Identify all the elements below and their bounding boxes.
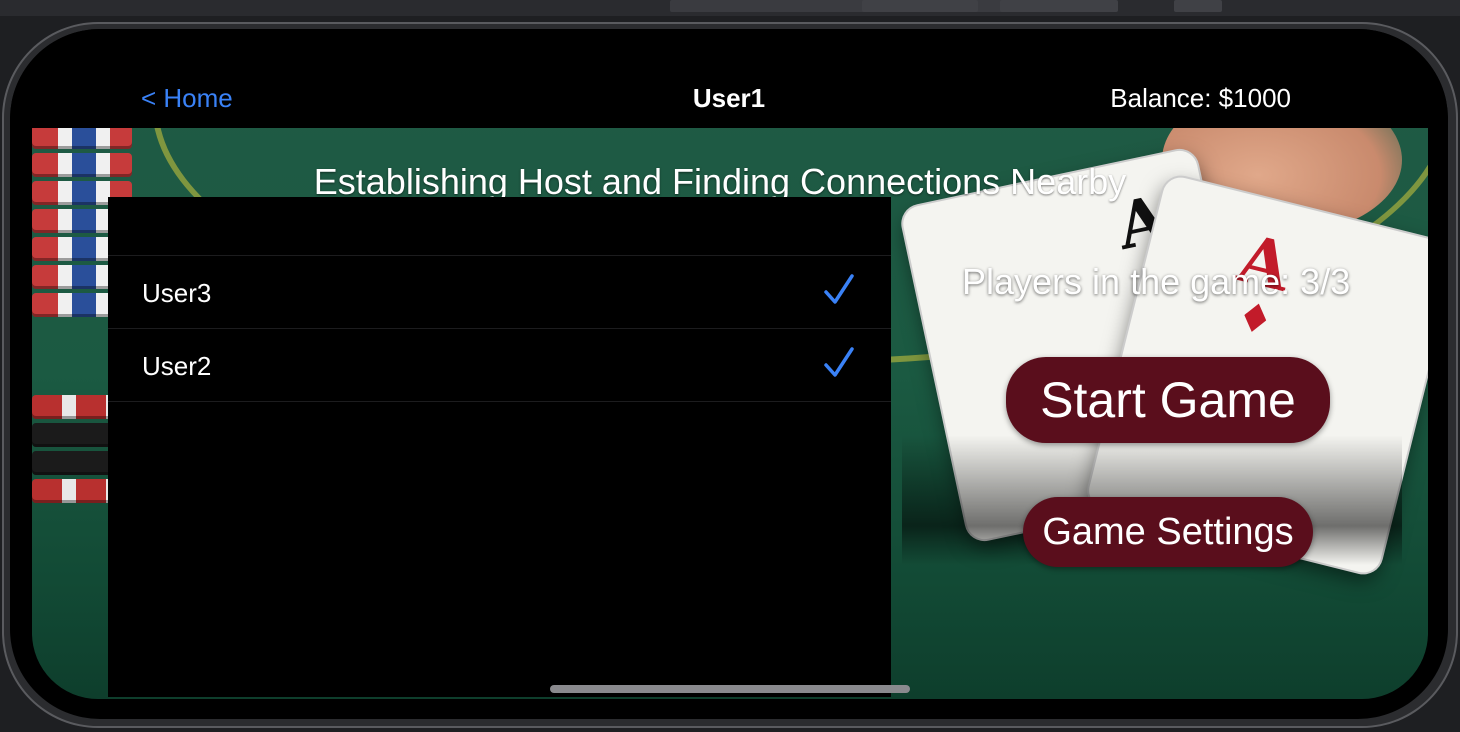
list-item[interactable]: User2 [108,329,891,402]
connections-list: User3 User2 [108,197,891,697]
start-game-button[interactable]: Start Game [1006,357,1330,443]
players-count-label: Players in the game: 3/3 [962,261,1351,302]
home-indicator[interactable] [550,685,910,693]
ide-toolbar-segment [862,0,978,12]
balance-label: Balance: $1000 [1110,83,1291,113]
ide-toolbar-segment [1174,0,1222,12]
ide-toolbar-segment [670,0,1042,12]
list-item[interactable]: User3 [108,256,891,329]
simulator-device: A ♠ A ♦ < Home User1 Balance: $1000 Esta… [2,22,1458,728]
device-bezel: A ♠ A ♦ < Home User1 Balance: $1000 Esta… [10,29,1448,719]
list-header [108,197,891,256]
checkmark-icon [824,274,854,304]
game-settings-button[interactable]: Game Settings [1023,497,1313,567]
navigation-bar: < Home User1 Balance: $1000 [10,29,1448,128]
list-item-label: User3 [142,278,212,308]
ide-toolbar-segment [1000,0,1118,12]
list-item-label: User2 [142,351,212,381]
ide-toolbar [0,0,1460,16]
checkmark-icon [824,347,854,377]
